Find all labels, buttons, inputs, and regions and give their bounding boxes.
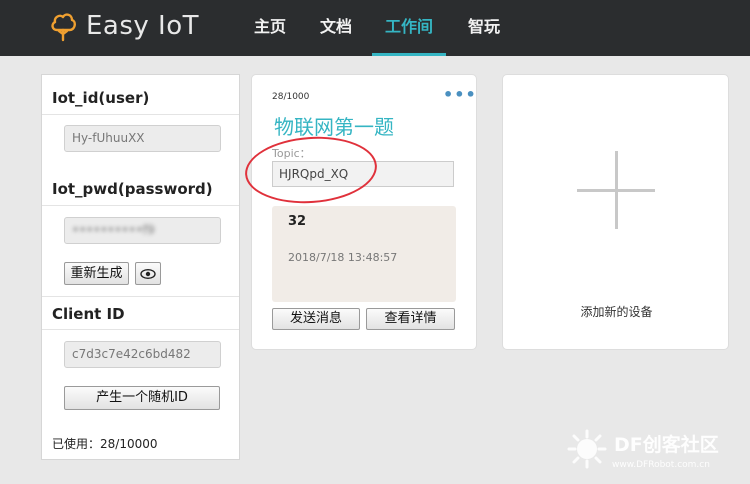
iot-id-heading: Iot_id(user) [42, 81, 239, 115]
more-dots-icon[interactable]: ••• [443, 85, 477, 104]
cloud-tree-icon [51, 13, 76, 42]
top-navigation-bar: Easy IoT 主页 文档 工作间 智玩 [0, 0, 750, 56]
last-message-value: 32 [288, 214, 307, 229]
last-message-time: 2018/7/18 13:48:57 [288, 251, 398, 264]
add-device-card[interactable]: 添加新的设备 [502, 74, 729, 350]
credentials-panel: Iot_id(user) Hy-fUhuuXX Iot_pwd(password… [41, 74, 240, 460]
watermark-text: DF创客社区 [614, 434, 719, 456]
nav-smart-play[interactable]: 智玩 [462, 0, 506, 56]
client-id-heading: Client ID [42, 296, 239, 330]
usage-count: 已使用：28/10000 [52, 437, 158, 451]
eye-icon [140, 268, 156, 280]
brand-name: Easy IoT [86, 11, 200, 41]
dfrobot-logo-icon [567, 429, 607, 469]
send-message-button[interactable]: 发送消息 [272, 308, 360, 330]
iot-pwd-field[interactable]: ••••••••••f9 [64, 217, 221, 244]
device-card: 28/1000 ••• 物联网第一题 Topic： HJRQpd_XQ 32 2… [251, 74, 477, 350]
iot-id-field[interactable]: Hy-fUhuuXX [64, 125, 221, 152]
regenerate-button[interactable]: 重新生成 [64, 262, 129, 285]
client-id-field[interactable]: c7d3c7e42c6bd482 [64, 341, 221, 368]
device-title[interactable]: 物联网第一题 [274, 111, 394, 140]
nav-home[interactable]: 主页 [248, 0, 292, 56]
watermark: DF创客社区 www.DFRobot.com.cn [562, 418, 748, 484]
password-value: ••••••••••f9 [72, 223, 155, 237]
last-message-panel: 32 2018/7/18 13:48:57 [272, 206, 456, 302]
topic-field[interactable]: HJRQpd_XQ [272, 161, 454, 187]
brand-logo[interactable]: Easy IoT [50, 10, 199, 42]
nav-docs[interactable]: 文档 [314, 0, 358, 56]
random-id-button[interactable]: 产生一个随机ID [64, 386, 220, 410]
nav-workspace[interactable]: 工作间 [372, 0, 446, 56]
message-counter: 28/1000 [272, 92, 310, 102]
topic-label: Topic： [272, 147, 311, 160]
iot-pwd-heading: Iot_pwd(password) [42, 172, 239, 206]
add-device-label: 添加新的设备 [580, 305, 653, 319]
watermark-url: www.DFRobot.com.cn [612, 460, 710, 470]
view-details-button[interactable]: 查看详情 [366, 308, 455, 330]
reveal-password-button[interactable] [135, 262, 161, 285]
